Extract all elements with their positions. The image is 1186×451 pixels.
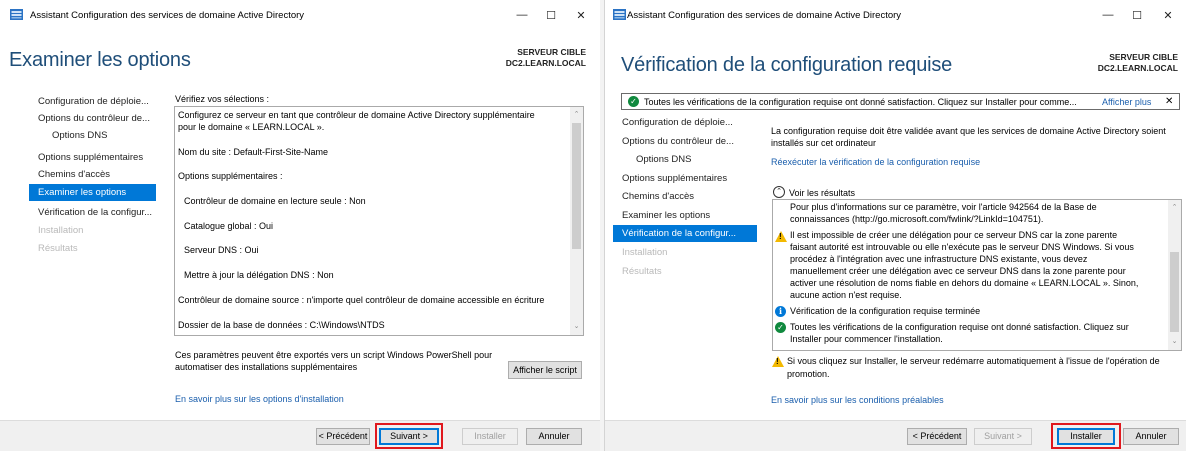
results-scrollbar[interactable]: ⌃ ⌄ <box>1168 200 1181 350</box>
review-line: Serveur DNS : Oui <box>184 245 259 255</box>
nav-item-deployment-config[interactable]: Configuration de déploie... <box>613 114 757 131</box>
review-line: Options supplémentaires : <box>178 171 283 181</box>
review-line: Dossier de la base de données : C:\Windo… <box>178 320 385 330</box>
nav-item-review-options[interactable]: Examiner les options <box>613 207 757 224</box>
view-results-label[interactable]: Voir les résultats <box>789 188 855 198</box>
review-line: Contrôleur de domaine source : n'importe… <box>178 295 545 305</box>
title-bar[interactable]: Assistant Configuration des services de … <box>0 0 600 30</box>
status-banner: ✓ Toutes les vérifications de la configu… <box>621 93 1180 110</box>
show-more-link[interactable]: Afficher plus <box>1102 97 1151 107</box>
result-line: activer une résolution de noms fiable en… <box>790 278 1139 288</box>
info-icon: i <box>775 306 786 317</box>
nav-item-additional-options[interactable]: Options supplémentaires <box>29 149 156 166</box>
check-icon: ✓ <box>628 96 639 107</box>
wizard-window-review: Assistant Configuration des services de … <box>0 0 600 451</box>
highlight-install-button <box>1051 423 1121 449</box>
result-line: Il est impossible de créer une délégatio… <box>790 230 1118 240</box>
install-options-link[interactable]: En savoir plus sur les options d'install… <box>175 394 344 404</box>
nav-item-installation: Installation <box>38 225 84 236</box>
nav-item-prereq-check[interactable]: Vérification de la configur... <box>29 204 156 221</box>
result-line: connaissances (http://go.microsoft.com/f… <box>790 214 1044 224</box>
install-button: Installer <box>462 428 518 445</box>
target-server-name: DC2.LEARN.LOCAL <box>505 58 586 68</box>
nav-item-additional-options[interactable]: Options supplémentaires <box>613 170 757 187</box>
result-line: Vérification de la configuration requise… <box>790 306 981 316</box>
nav-item-results: Résultats <box>38 243 78 254</box>
export-text-1: Ces paramètres peuvent être exportés ver… <box>175 350 493 360</box>
restart-text-1: Si vous cliquez sur Installer, le serveu… <box>787 356 1160 366</box>
prerequisites-link[interactable]: En savoir plus sur les conditions préala… <box>771 395 944 405</box>
close-button[interactable]: ✕ <box>562 0 600 30</box>
target-server-label: SERVEUR CIBLE <box>517 47 586 57</box>
banner-text: Toutes les vérifications de la configura… <box>644 97 1077 107</box>
wizard-window-prereq: Assistant Configuration des services de … <box>604 0 1186 451</box>
nav-item-results: Résultats <box>622 266 662 277</box>
scroll-up-icon[interactable]: ⌃ <box>570 109 583 121</box>
warning-icon: ! <box>775 231 787 242</box>
review-line: Catalogue global : Oui <box>184 221 274 231</box>
result-line: aucune action n'est requise. <box>790 290 902 300</box>
check-icon: ✓ <box>775 322 786 333</box>
next-button: Suivant > <box>974 428 1032 445</box>
result-line: Pour plus d'informations sur ce paramètr… <box>790 202 1097 212</box>
server-manager-icon <box>10 9 23 20</box>
cancel-button[interactable]: Annuler <box>526 428 582 445</box>
scroll-thumb[interactable] <box>1170 252 1179 332</box>
nav-item-installation: Installation <box>622 247 668 258</box>
cancel-button[interactable]: Annuler <box>1123 428 1179 445</box>
nav-item-deployment-config[interactable]: Configuration de déploie... <box>29 93 156 110</box>
review-line: Configurez ce serveur en tant que contrô… <box>178 110 535 120</box>
rerun-check-link[interactable]: Réexécuter la vérification de la configu… <box>771 157 980 167</box>
scroll-thumb[interactable] <box>572 123 581 249</box>
result-line: Installer pour commencer l'installation. <box>790 334 943 344</box>
window-title: Assistant Configuration des services de … <box>30 10 305 21</box>
intro-text-1: La configuration requise doit être valid… <box>771 126 1166 136</box>
highlight-next-button <box>375 423 443 449</box>
button-bar: < Précédent Suivant > Installer Annuler <box>0 420 600 451</box>
close-button[interactable]: ✕ <box>1149 0 1186 30</box>
nav-item-review-options[interactable]: Examiner les options <box>29 184 156 201</box>
result-line: Toutes les vérifications de la configura… <box>790 322 1129 332</box>
review-scrollbar[interactable]: ⌃ ⌄ <box>570 107 583 335</box>
page-title: Vérification de la configuration requise <box>621 54 953 76</box>
review-line: Nom du site : Default-First-Site-Name <box>178 147 329 157</box>
review-line: pour le domaine « LEARN.LOCAL ». <box>178 122 325 132</box>
nav-item-paths[interactable]: Chemins d'accès <box>29 166 156 183</box>
result-line: manuellement créer une délégation avec c… <box>790 266 1126 276</box>
results-panel[interactable]: Pour plus d'informations sur ce paramètr… <box>772 199 1182 351</box>
title-bar[interactable]: Assistant Configuration des services de … <box>605 0 1186 30</box>
window-title: Assistant Configuration des services de … <box>627 10 902 21</box>
restart-text-2: promotion. <box>787 369 830 379</box>
target-server-name: DC2.LEARN.LOCAL <box>1097 63 1178 73</box>
review-textbox[interactable]: Configurez ce serveur en tant que contrô… <box>174 106 584 336</box>
nav-item-dns-options[interactable]: Options DNS <box>613 151 757 168</box>
review-line: Mettre à jour la délégation DNS : Non <box>184 270 334 280</box>
collapse-chevron-icon[interactable]: ⌃ <box>773 186 785 198</box>
review-label: Vérifiez vos sélections : <box>175 94 270 104</box>
scroll-up-icon[interactable]: ⌃ <box>1168 202 1181 214</box>
scroll-down-icon[interactable]: ⌄ <box>570 321 583 333</box>
page-title: Examiner les options <box>9 49 191 71</box>
view-script-button[interactable]: Afficher le script <box>508 361 582 379</box>
result-line: procédez à l'intégration avec une infras… <box>790 254 1088 264</box>
target-server: SERVEUR CIBLE DC2.LEARN.LOCAL <box>1098 52 1178 74</box>
nav-item-prereq-check[interactable]: Vérification de la configur... <box>613 225 757 242</box>
previous-button[interactable]: < Précédent <box>907 428 967 445</box>
dismiss-close-icon[interactable]: ✕ <box>1165 96 1173 107</box>
warning-icon: ! <box>772 356 784 367</box>
export-text-2: automatiser des installations supplément… <box>175 362 358 372</box>
intro-text-2: installés sur cet ordinateur <box>771 138 877 148</box>
previous-button[interactable]: < Précédent <box>316 428 370 445</box>
nav-item-dns-options[interactable]: Options DNS <box>29 127 156 144</box>
nav-item-paths[interactable]: Chemins d'accès <box>613 188 757 205</box>
target-server: SERVEUR CIBLE DC2.LEARN.LOCAL <box>506 47 586 69</box>
nav-item-dc-options[interactable]: Options du contrôleur de... <box>613 133 757 150</box>
result-line: faisant autorité est introuvable ou elle… <box>790 242 1134 252</box>
scroll-down-icon[interactable]: ⌄ <box>1168 336 1181 348</box>
server-manager-icon <box>613 9 626 20</box>
nav-item-dc-options[interactable]: Options du contrôleur de... <box>29 110 156 127</box>
review-line: Contrôleur de domaine en lecture seule :… <box>184 196 366 206</box>
target-server-label: SERVEUR CIBLE <box>1109 52 1178 62</box>
